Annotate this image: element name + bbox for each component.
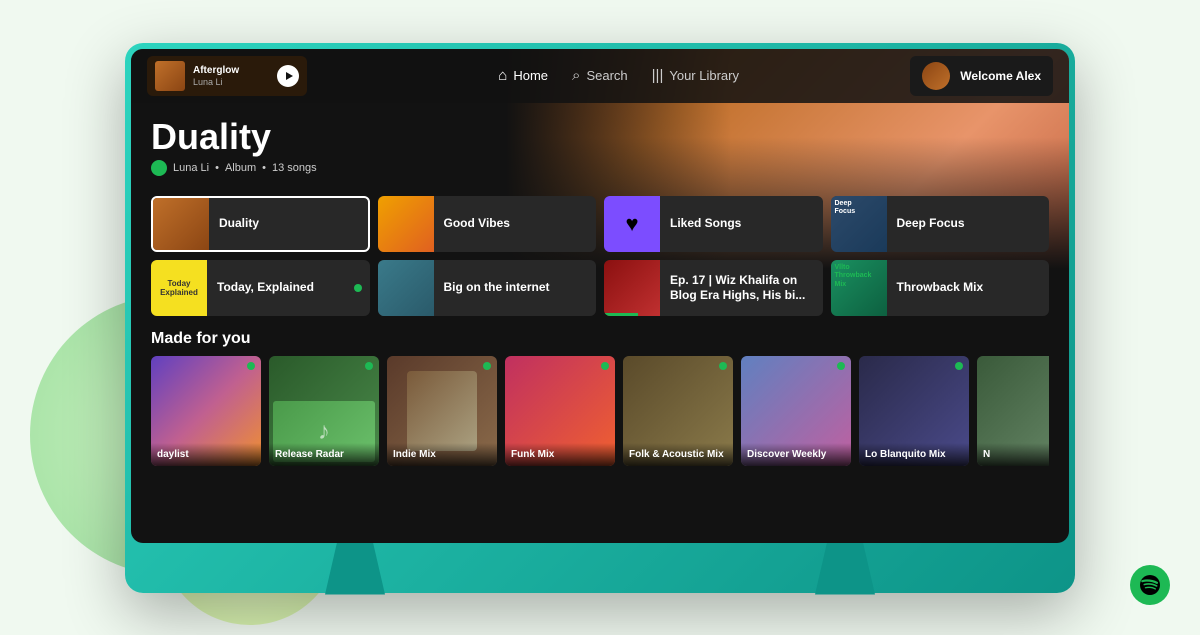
card-ep17[interactable]: Ep. 17 | Wiz Khalifa on Blog Era Highs, … (604, 260, 823, 316)
album-type: Album (225, 162, 256, 174)
tv-frame: Afterglow Luna Li ⌂ Home ⌕ Search ||| Yo… (125, 43, 1075, 593)
tv-stand-right (815, 543, 875, 595)
mfy-label-n: N (977, 443, 1049, 466)
mfy-label-daylist: daylist (151, 443, 261, 466)
indie-dot (483, 362, 491, 370)
card-label-boi: Big on the internet (434, 280, 597, 296)
throwback-inner-label: VlltoThrowbackMix (835, 264, 872, 289)
card-thumb-deepfocus: DeepFocus (831, 196, 887, 252)
card-thumb-boi (378, 260, 434, 316)
now-playing-thumbnail (155, 61, 185, 91)
mfy-label-funk: Funk Mix (505, 443, 615, 466)
card-thumb-throwback: VlltoThrowbackMix (831, 260, 887, 316)
card-label-liked: Liked Songs (660, 216, 823, 232)
artist-name: Luna Li (173, 162, 209, 174)
card-label-today: Today, Explained (207, 280, 354, 296)
release-radar-dot (365, 362, 373, 370)
episode-progress (604, 313, 638, 316)
tv-stand-left (325, 543, 385, 595)
mfy-thumb-loblanquito: Lo Blanquito Mix (859, 356, 969, 466)
mfy-card-discover[interactable]: Discover Weekly (741, 356, 851, 466)
mfy-card-daylist[interactable]: daylist (151, 356, 261, 466)
card-thumb-goodvibes (378, 196, 434, 252)
now-playing-artist: Luna Li (193, 77, 271, 87)
mfy-label-discover: Discover Weekly (741, 443, 851, 466)
search-icon: ⌕ (572, 67, 580, 84)
card-thumb-today: TodayExplained (151, 260, 207, 316)
song-count: 13 songs (272, 162, 317, 174)
mfy-label-release: Release Radar (269, 443, 379, 466)
now-playing-info: Afterglow Luna Li (193, 65, 271, 87)
nav-home[interactable]: ⌂ Home (498, 67, 548, 84)
nav-search[interactable]: ⌕ Search (572, 67, 628, 84)
mfy-card-loblanquito[interactable]: Lo Blanquito Mix (859, 356, 969, 466)
card-good-vibes[interactable]: Good Vibes (378, 196, 597, 252)
nav-links: ⌂ Home ⌕ Search ||| Your Library (327, 67, 910, 84)
navbar: Afterglow Luna Li ⌂ Home ⌕ Search ||| Yo… (131, 49, 1069, 103)
card-today-explained[interactable]: TodayExplained Today, Explained (151, 260, 370, 316)
mfy-card-funk-mix[interactable]: Funk Mix (505, 356, 615, 466)
nav-search-label: Search (586, 68, 627, 83)
now-playing-title: Afterglow (193, 65, 271, 77)
mfy-thumb-release: ♪ Release Radar (269, 356, 379, 466)
card-thumb-duality (153, 196, 209, 252)
card-big-on-internet[interactable]: Big on the internet (378, 260, 597, 316)
card-label-goodvibes: Good Vibes (434, 216, 597, 232)
mfy-label-indie: Indie Mix (387, 443, 497, 466)
discover-dot (837, 362, 845, 370)
mfy-thumb-indie: Indie Mix (387, 356, 497, 466)
mfy-card-n[interactable]: N (977, 356, 1049, 466)
welcome-text: Welcome Alex (960, 69, 1041, 83)
welcome-badge: Welcome Alex (910, 56, 1053, 96)
card-deep-focus[interactable]: DeepFocus Deep Focus (831, 196, 1050, 252)
play-button[interactable] (277, 65, 299, 87)
mfy-label-folk: Folk & Acoustic Mix (623, 443, 733, 466)
now-playing-card[interactable]: Afterglow Luna Li (147, 56, 307, 96)
artist-icon (151, 160, 167, 176)
deep-focus-inner-label: DeepFocus (835, 200, 856, 217)
mfy-label-loblanquito: Lo Blanquito Mix (859, 443, 969, 466)
mfy-thumb-folk: Folk & Acoustic Mix (623, 356, 733, 466)
made-for-you-title: Made for you (151, 330, 1049, 348)
today-new-dot (354, 284, 362, 292)
card-thumb-ep17 (604, 260, 660, 316)
mfy-card-folk[interactable]: Folk & Acoustic Mix (623, 356, 733, 466)
mfy-thumb-daylist: daylist (151, 356, 261, 466)
made-for-you-grid: daylist ♪ Release Radar (151, 356, 1049, 466)
meta-separator2: • (262, 162, 266, 174)
card-label-ep17: Ep. 17 | Wiz Khalifa on Blog Era Highs, … (660, 273, 823, 304)
card-liked-songs[interactable]: ♥ Liked Songs (604, 196, 823, 252)
nav-home-label: Home (513, 68, 548, 83)
mfy-card-release-radar[interactable]: ♪ Release Radar (269, 356, 379, 466)
mfy-thumb-discover: Discover Weekly (741, 356, 851, 466)
mfy-thumb-n: N (977, 356, 1049, 466)
nav-library[interactable]: ||| Your Library (652, 67, 739, 84)
spotify-logo (1130, 565, 1170, 605)
mfy-card-indie-mix[interactable]: Indie Mix (387, 356, 497, 466)
main-content: Duality Luna Li • Album • 13 songs Duali… (131, 103, 1069, 467)
nav-library-label: Your Library (669, 68, 739, 83)
card-label-duality: Duality (209, 216, 368, 232)
library-icon: ||| (652, 67, 664, 84)
folk-dot (719, 362, 727, 370)
card-label-deepfocus: Deep Focus (887, 216, 1050, 232)
user-avatar (922, 62, 950, 90)
card-label-throwback: Throwback Mix (887, 280, 1050, 296)
album-meta: Luna Li • Album • 13 songs (151, 160, 1049, 176)
meta-separator: • (215, 162, 219, 174)
daylist-dot (247, 362, 255, 370)
cards-grid: Duality Good Vibes ♥ Liked Songs DeepFoc… (151, 196, 1049, 316)
card-duality[interactable]: Duality (151, 196, 370, 252)
mfy-thumb-funk: Funk Mix (505, 356, 615, 466)
loblanquito-dot (955, 362, 963, 370)
home-icon: ⌂ (498, 67, 507, 84)
card-thumb-liked: ♥ (604, 196, 660, 252)
card-throwback-mix[interactable]: VlltoThrowbackMix Throwback Mix (831, 260, 1050, 316)
funk-dot (601, 362, 609, 370)
album-title: Duality (151, 117, 1049, 157)
tv-screen: Afterglow Luna Li ⌂ Home ⌕ Search ||| Yo… (131, 49, 1069, 543)
